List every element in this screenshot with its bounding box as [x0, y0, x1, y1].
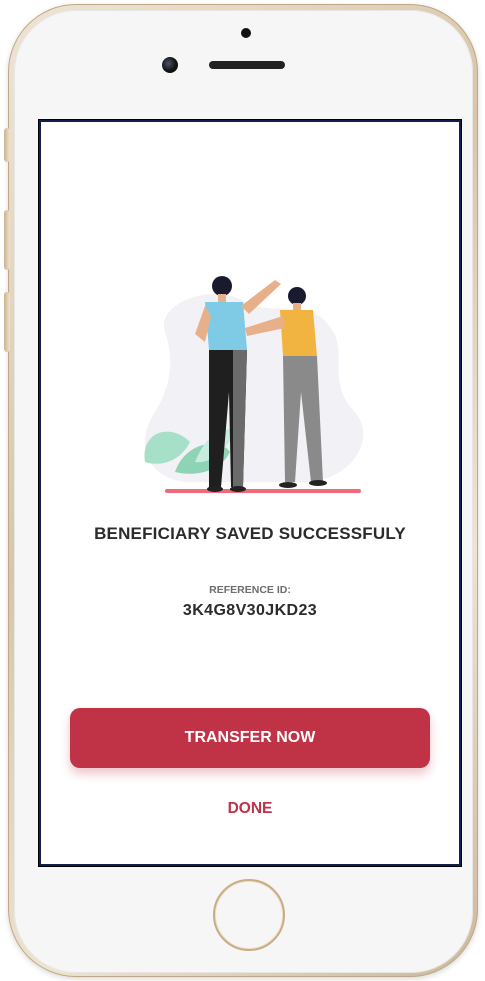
transfer-now-button[interactable]: TRANSFER NOW	[70, 708, 430, 768]
volume-up-button	[4, 210, 10, 270]
person-left-shirt	[205, 302, 247, 350]
volume-down-button	[4, 292, 10, 352]
person-right-shirt	[280, 310, 317, 356]
app-screen: BENEFICIARY SAVED SUCCESSFULY REFERENCE …	[39, 120, 461, 866]
reference-id-label: REFERENCE ID:	[209, 584, 291, 596]
success-illustration	[144, 276, 364, 493]
person-right-shoe-right	[309, 480, 327, 486]
proximity-sensor	[241, 28, 251, 38]
success-title: BENEFICIARY SAVED SUCCESSFULY	[94, 524, 406, 543]
person-left-head	[212, 276, 232, 296]
done-button[interactable]: DONE	[190, 794, 310, 824]
earpiece-speaker	[209, 61, 285, 69]
reference-id-value: 3K4G8V30JKD23	[182, 602, 318, 619]
person-right-shoe-left	[279, 482, 297, 488]
mute-switch	[4, 128, 10, 162]
home-button[interactable]	[213, 879, 285, 951]
person-left-neck	[218, 294, 226, 302]
person-right-neck	[293, 303, 301, 310]
person-left-shoe-left	[207, 486, 223, 492]
ground-line	[165, 489, 361, 493]
person-left-shoe-right	[230, 486, 246, 492]
front-camera-icon	[162, 57, 178, 73]
person-right-head	[288, 287, 306, 305]
